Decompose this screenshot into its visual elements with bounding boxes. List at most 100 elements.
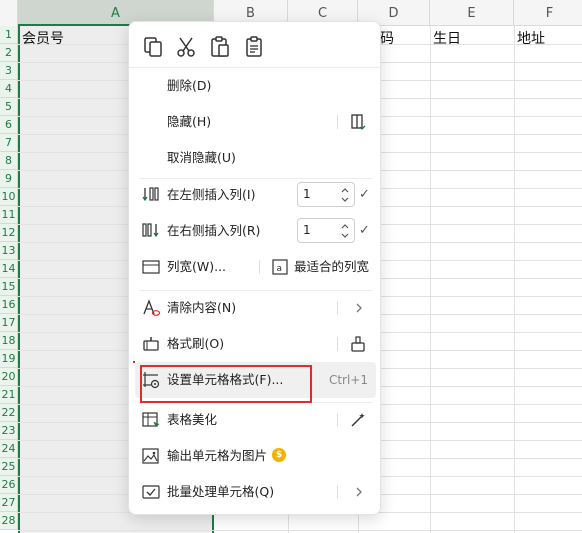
clear-contents-icon <box>143 299 161 316</box>
row-header[interactable]: 5 <box>0 98 18 116</box>
menu-item-label: 表格美化 <box>167 412 218 427</box>
row-header[interactable]: 25 <box>0 458 18 476</box>
insert-right-count-stepper[interactable]: 1 <box>297 218 355 243</box>
row-header[interactable]: 21 <box>0 386 18 404</box>
confirm-check-icon[interactable]: ✓ <box>359 213 370 249</box>
menu-item-label: 列宽(W)... <box>167 259 227 274</box>
divider <box>259 260 260 274</box>
format-painter-quick-icon[interactable] <box>349 335 367 353</box>
insert-column-right-icon <box>142 223 159 238</box>
row-header[interactable]: 19 <box>0 350 18 368</box>
premium-coin-icon: $ <box>272 448 286 462</box>
chevron-right-icon[interactable] <box>353 486 365 498</box>
row-header[interactable]: 6 <box>0 116 18 134</box>
row-header[interactable]: 4 <box>0 80 18 98</box>
menu-item-label: 输出单元格为图片 <box>167 448 268 463</box>
row-header[interactable]: 13 <box>0 242 18 260</box>
stepper-arrows-icon[interactable] <box>340 221 350 241</box>
row-header[interactable]: 20 <box>0 368 18 386</box>
stepper-value: 1 <box>303 187 311 201</box>
menu-item-export-image[interactable]: 输出单元格为图片 $ <box>129 438 380 474</box>
format-painter-icon <box>143 337 159 351</box>
row-header[interactable]: 28 <box>0 512 18 530</box>
paste-special-icon[interactable] <box>242 35 266 59</box>
menu-item-table-beautify[interactable]: 表格美化 <box>129 402 380 438</box>
divider <box>337 301 338 315</box>
grid-line <box>514 26 515 533</box>
svg-text:a: a <box>277 264 283 274</box>
cell-e1[interactable]: 生日 <box>433 28 461 48</box>
shortcut-label: Ctrl+1 <box>328 373 368 387</box>
confirm-check-icon[interactable]: ✓ <box>359 177 370 213</box>
cell-d1[interactable]: 码 <box>380 28 394 48</box>
menu-item-label: 在右侧插入列(R) <box>167 223 261 238</box>
divider <box>337 485 338 499</box>
row-header[interactable]: 23 <box>0 422 18 440</box>
select-all-corner[interactable] <box>0 0 18 26</box>
stepper-value: 1 <box>303 223 311 237</box>
best-fit-column-width[interactable]: 最适合的列宽 <box>294 249 369 285</box>
menu-item-clear-contents[interactable]: 清除内容(N) <box>129 290 380 326</box>
row-header[interactable]: 26 <box>0 476 18 494</box>
row-header[interactable]: 15 <box>0 278 18 296</box>
row-header[interactable]: 17 <box>0 314 18 332</box>
annotation-dot <box>133 361 135 363</box>
menu-item-insert-right[interactable]: 在右侧插入列(R) 1 ✓ <box>129 213 380 249</box>
grid-line <box>18 530 582 531</box>
stepper-arrows-icon[interactable] <box>340 185 350 205</box>
cell-f1[interactable]: 地址 <box>517 28 545 48</box>
menu-item-label: 清除内容(N) <box>167 300 237 315</box>
row-header[interactable]: 27 <box>0 494 18 512</box>
row-header[interactable]: 8 <box>0 152 18 170</box>
cut-icon[interactable] <box>174 35 198 59</box>
best-fit-icon: a <box>272 259 288 275</box>
divider <box>337 337 338 351</box>
export-image-icon <box>142 448 159 464</box>
insert-left-count-stepper[interactable]: 1 <box>297 182 355 207</box>
menu-item-label: 在左侧插入列(I) <box>167 187 256 202</box>
chevron-right-icon[interactable] <box>353 302 365 314</box>
row-header[interactable]: 7 <box>0 134 18 152</box>
menu-item-label: 格式刷(O) <box>167 336 225 351</box>
menu-item-batch-process[interactable]: 批量处理单元格(Q) <box>129 474 380 510</box>
menu-item-unhide[interactable]: 取消隐藏(U) <box>129 140 380 176</box>
row-header[interactable]: 24 <box>0 440 18 458</box>
batch-process-icon <box>142 485 160 499</box>
grid-line <box>430 26 431 533</box>
row-header[interactable]: 11 <box>0 206 18 224</box>
row-header[interactable]: 14 <box>0 260 18 278</box>
row-header[interactable]: 1 <box>0 26 18 44</box>
clipboard-toolbar <box>129 22 380 68</box>
table-beautify-icon <box>142 412 160 427</box>
menu-item-label: 隐藏(H) <box>167 114 212 129</box>
column-width-icon <box>142 260 160 274</box>
magic-wand-icon[interactable] <box>349 411 367 429</box>
context-menu: 删除(D) 隐藏(H) 取消隐藏(U) 在左侧插入列(I) 1 ✓ 在右侧插入列… <box>128 21 381 515</box>
menu-item-format-painter[interactable]: 格式刷(O) <box>129 326 380 362</box>
highlight-annotation-box <box>140 365 312 403</box>
column-header-f[interactable]: F <box>514 0 582 26</box>
menu-item-label: 批量处理单元格(Q) <box>167 484 275 499</box>
divider <box>337 413 338 427</box>
menu-item-insert-left[interactable]: 在左侧插入列(I) 1 ✓ <box>129 177 380 213</box>
paste-icon[interactable] <box>208 35 232 59</box>
row-header[interactable]: 18 <box>0 332 18 350</box>
row-header[interactable]: 12 <box>0 224 18 242</box>
menu-item-hide[interactable]: 隐藏(H) <box>129 104 380 140</box>
row-header[interactable]: 9 <box>0 170 18 188</box>
column-header-e[interactable]: E <box>430 0 514 26</box>
insert-column-left-icon <box>142 187 159 202</box>
row-header[interactable]: 22 <box>0 404 18 422</box>
row-header[interactable]: 2 <box>0 44 18 62</box>
menu-item-label: 取消隐藏(U) <box>167 150 236 165</box>
hide-column-icon[interactable] <box>349 113 367 131</box>
copy-icon[interactable] <box>141 35 165 59</box>
divider <box>337 115 338 129</box>
menu-item-column-width[interactable]: 列宽(W)... a 最适合的列宽 <box>129 249 380 285</box>
menu-item-delete[interactable]: 删除(D) <box>129 68 380 104</box>
row-header[interactable]: 16 <box>0 296 18 314</box>
menu-item-label: 删除(D) <box>167 78 212 93</box>
cell-a1[interactable]: 会员号 <box>22 28 64 48</box>
row-header[interactable]: 3 <box>0 62 18 80</box>
row-header[interactable]: 10 <box>0 188 18 206</box>
